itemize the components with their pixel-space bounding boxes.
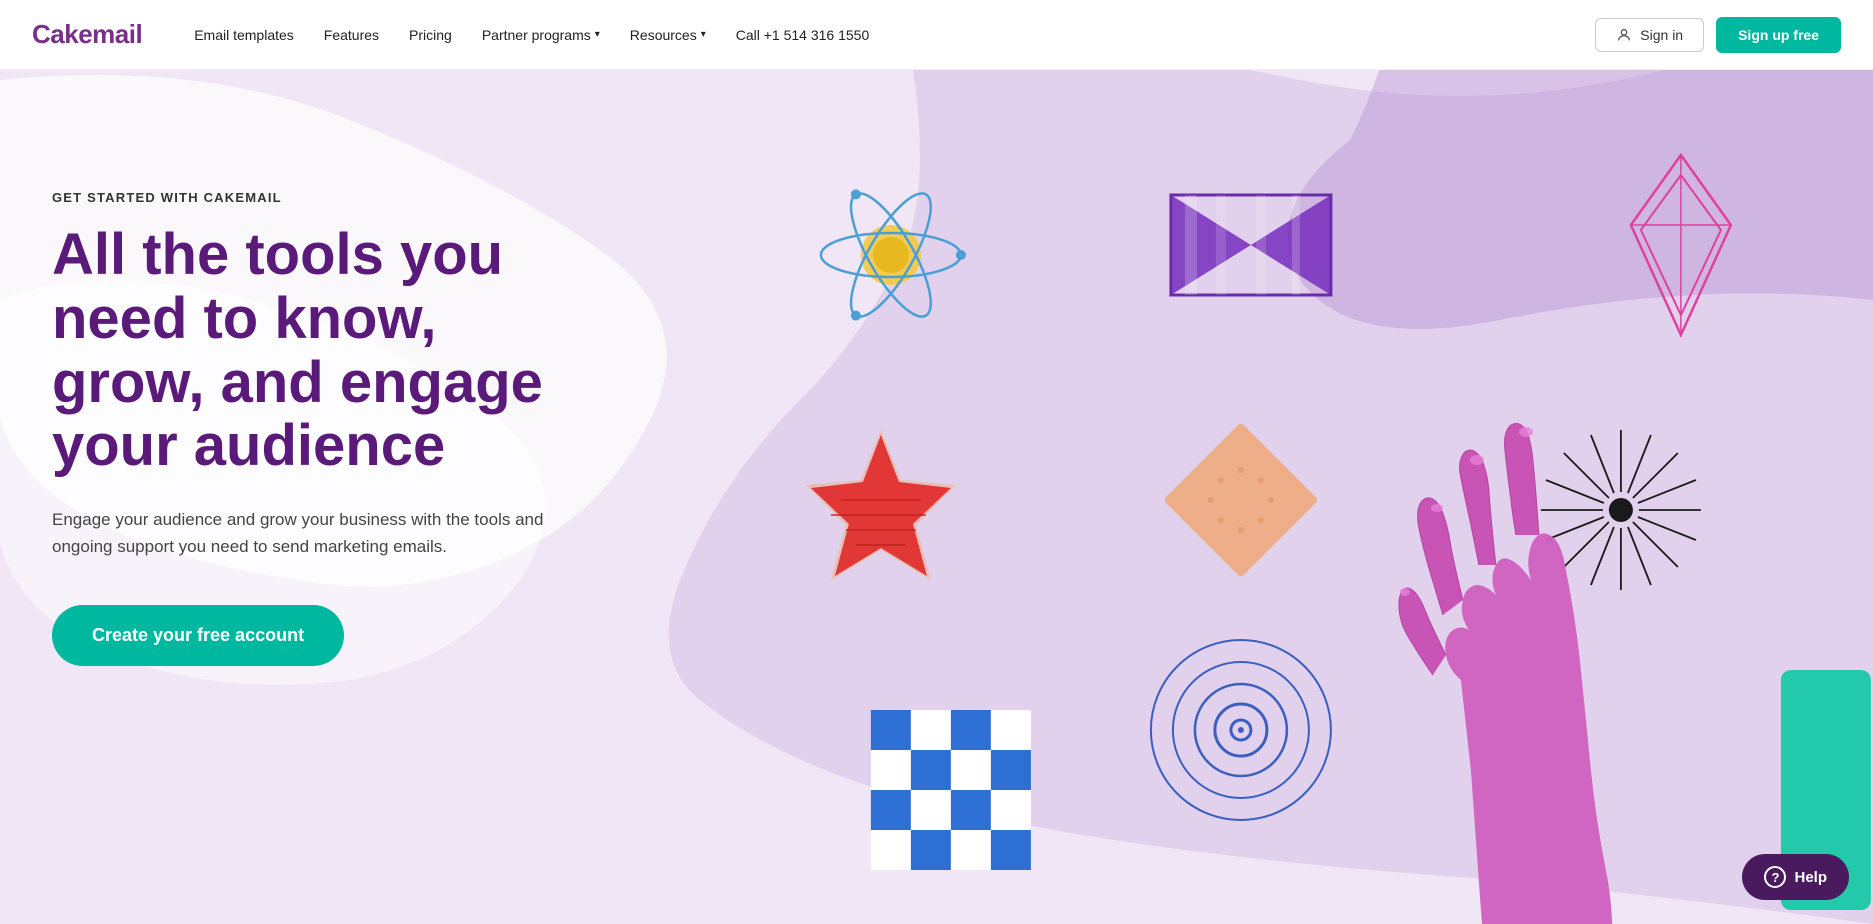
nav-pricing[interactable]: Pricing bbox=[397, 21, 464, 49]
resources-dropdown-icon: ▾ bbox=[701, 29, 706, 40]
brand-logo[interactable]: Cakemail bbox=[32, 19, 142, 50]
nav-resources[interactable]: Resources ▾ bbox=[618, 21, 718, 49]
signup-button[interactable]: Sign up free bbox=[1716, 17, 1841, 53]
hero-section: GET STARTED WITH CAKEMAIL All the tools … bbox=[0, 0, 1873, 924]
nav-features[interactable]: Features bbox=[312, 21, 391, 49]
hero-eyebrow: GET STARTED WITH CAKEMAIL bbox=[52, 190, 590, 205]
nav-phone: Call +1 514 316 1550 bbox=[736, 27, 870, 43]
help-button[interactable]: ? Help bbox=[1742, 854, 1849, 900]
signin-button[interactable]: Sign in bbox=[1595, 18, 1704, 52]
nav-actions: Sign in Sign up free bbox=[1595, 17, 1841, 53]
hero-content: GET STARTED WITH CAKEMAIL All the tools … bbox=[0, 70, 590, 726]
cta-button[interactable]: Create your free account bbox=[52, 605, 344, 666]
hero-title: All the tools you need to know, grow, an… bbox=[52, 223, 590, 478]
nav-partner-programs[interactable]: Partner programs ▾ bbox=[470, 21, 612, 49]
help-icon: ? bbox=[1764, 866, 1786, 888]
nav-email-templates[interactable]: Email templates bbox=[182, 21, 306, 49]
nav-links: Email templates Features Pricing Partner… bbox=[182, 21, 1595, 49]
user-icon bbox=[1616, 27, 1632, 43]
hero-subtitle: Engage your audience and grow your busin… bbox=[52, 506, 552, 560]
partner-dropdown-icon: ▾ bbox=[595, 29, 600, 40]
navbar: Cakemail Email templates Features Pricin… bbox=[0, 0, 1873, 70]
